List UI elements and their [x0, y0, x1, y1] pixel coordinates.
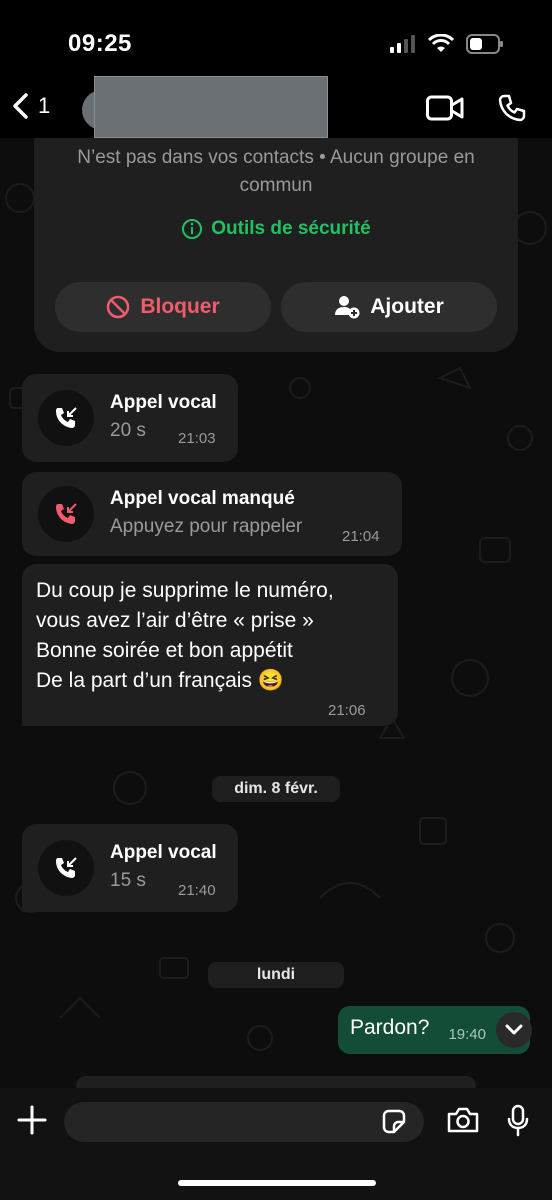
- wifi-icon: [428, 34, 454, 52]
- status-bar: 09:25: [0, 0, 552, 88]
- plus-icon[interactable]: [16, 1104, 48, 1136]
- call-duration: 15 s: [110, 870, 146, 891]
- incoming-call-icon: [56, 857, 77, 878]
- chevron-down-icon: [505, 1024, 523, 1035]
- call-title: Appel vocal: [110, 392, 217, 413]
- chevron-left-icon: [13, 93, 28, 119]
- call-icon-wrap: [38, 486, 94, 542]
- call-duration: 20 s: [110, 420, 146, 441]
- unread-count: 1: [38, 93, 51, 118]
- chat-header: 1: [0, 76, 552, 138]
- phone-icon[interactable]: [498, 94, 526, 122]
- status-time: 09:25: [68, 30, 132, 57]
- cellular-signal-icon: [390, 35, 415, 53]
- chat-area[interactable]: N’est pas dans vos contacts • Aucun grou…: [0, 138, 552, 1088]
- missed-call-message[interactable]: Appel vocal manqué Appuyez pour rappeler…: [22, 472, 402, 556]
- contact-info-text: N’est pas dans vos contacts • Aucun grou…: [77, 147, 475, 196]
- block-button[interactable]: Bloquer: [55, 282, 271, 332]
- incoming-call-icon: [56, 407, 77, 428]
- call-message[interactable]: Appel vocal 20 s 21:03: [22, 374, 238, 462]
- battery-icon: [466, 34, 503, 54]
- message-time: 21:06: [328, 702, 366, 719]
- home-indicator: [178, 1180, 376, 1186]
- message-time: 21:40: [178, 882, 216, 899]
- message-time: 21:04: [342, 528, 380, 545]
- safety-tools-link[interactable]: Outils de sécurité: [34, 218, 518, 240]
- call-hint: Appuyez pour rappeler: [110, 516, 303, 537]
- add-user-icon: [335, 296, 360, 319]
- message-text: Pardon?: [350, 1016, 430, 1039]
- back-button[interactable]: 1: [10, 92, 50, 120]
- video-call-icon[interactable]: [426, 95, 464, 121]
- call-title: Appel vocal: [110, 842, 217, 863]
- call-icon-wrap: [38, 390, 94, 446]
- message-time: 19:40: [448, 1026, 486, 1043]
- add-contact-button[interactable]: Ajouter: [281, 282, 497, 332]
- call-title: Appel vocal manqué: [110, 488, 295, 509]
- status-icons: [390, 34, 504, 54]
- contact-info-card: N’est pas dans vos contacts • Aucun grou…: [34, 138, 518, 352]
- contact-name-redacted[interactable]: [94, 76, 328, 138]
- partial-message: [76, 1076, 476, 1088]
- message-time: 21:03: [178, 430, 216, 447]
- safety-tools-label: Outils de sécurité: [211, 218, 371, 239]
- block-label: Bloquer: [140, 295, 220, 318]
- missed-call-icon: [56, 503, 77, 524]
- header-actions: [426, 94, 526, 122]
- info-icon: [182, 219, 203, 239]
- message-text: Du coup je supprime le numéro, vous avez…: [36, 579, 334, 692]
- date-separator: dim. 8 févr.: [212, 776, 340, 802]
- call-icon-wrap: [38, 840, 94, 896]
- date-separator: lundi: [208, 962, 344, 988]
- camera-icon[interactable]: [446, 1106, 480, 1134]
- message-input[interactable]: [64, 1102, 424, 1142]
- text-message[interactable]: Du coup je supprime le numéro, vous avez…: [22, 564, 398, 726]
- block-icon: [107, 295, 130, 319]
- microphone-icon[interactable]: [506, 1104, 530, 1138]
- sticker-icon[interactable]: [380, 1108, 408, 1136]
- call-message[interactable]: Appel vocal 15 s 21:40: [22, 824, 238, 912]
- add-label: Ajouter: [370, 295, 444, 318]
- scroll-to-bottom-button[interactable]: [496, 1012, 532, 1048]
